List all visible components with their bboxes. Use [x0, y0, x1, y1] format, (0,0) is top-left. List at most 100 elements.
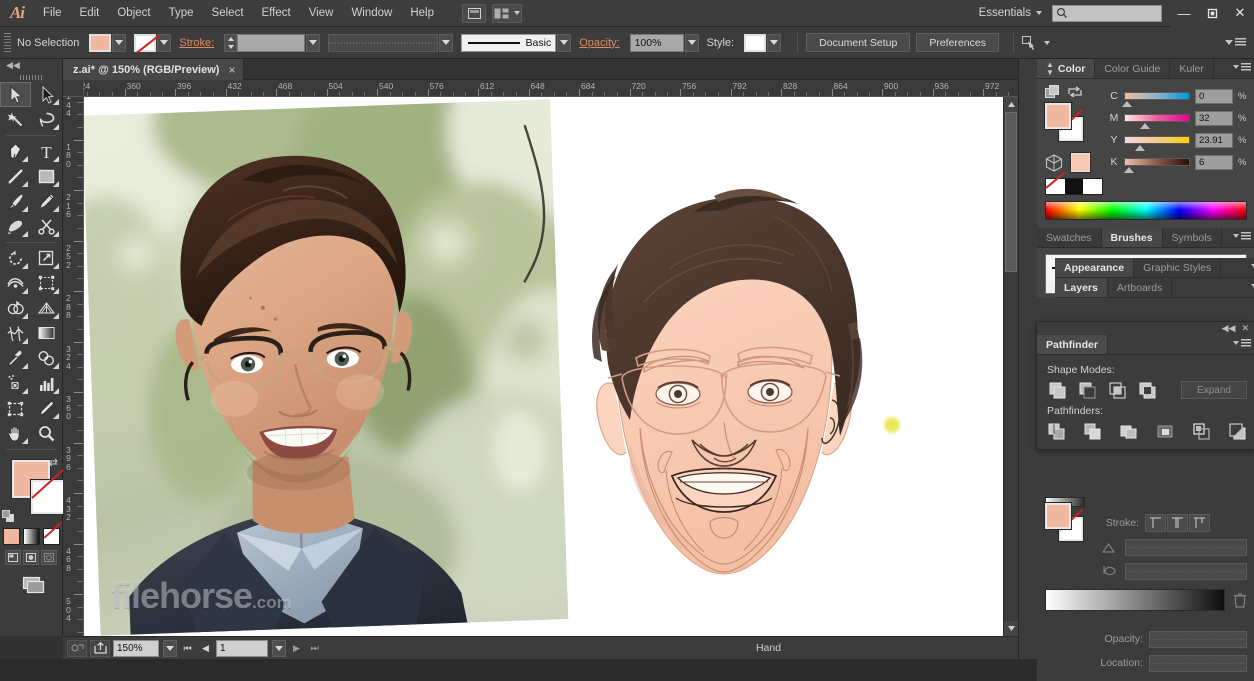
document-setup-button[interactable]: Document Setup — [806, 33, 910, 52]
pathfinder-expand-button[interactable]: Expand — [1181, 381, 1247, 399]
color-panel-menu-button[interactable] — [1233, 63, 1251, 71]
toolbar-stroke-swatch[interactable] — [31, 480, 65, 514]
control-bar-grip[interactable] — [4, 33, 11, 53]
next-artboard-button[interactable]: ▶ — [289, 640, 304, 657]
color-slider-thumb[interactable] — [1124, 167, 1134, 173]
vertical-scroll-thumb[interactable] — [1005, 112, 1017, 272]
pathfinder-outline-button[interactable] — [1192, 421, 1211, 441]
brush-definition-field[interactable]: Basic — [461, 34, 556, 52]
pathfinder-merge-button[interactable] — [1119, 421, 1138, 441]
tool-gradient[interactable] — [31, 321, 62, 346]
gradient-location-field[interactable] — [1149, 655, 1247, 672]
pathfinder-unite-button[interactable] — [1047, 380, 1067, 400]
last-artboard-button[interactable]: ⏭ — [307, 640, 322, 657]
menu-item-object[interactable]: Object — [108, 0, 159, 27]
pathfinder-minus-back-button[interactable] — [1228, 421, 1247, 441]
preferences-button[interactable]: Preferences — [916, 33, 999, 52]
stroke-weight-stepper[interactable] — [224, 34, 237, 52]
stroke-profile-control[interactable] — [328, 34, 453, 52]
menu-item-view[interactable]: View — [300, 0, 343, 27]
brush-definition-dropdown[interactable] — [557, 34, 571, 52]
pathfinder-divide-button[interactable] — [1047, 421, 1066, 441]
tool-blend[interactable] — [31, 346, 62, 371]
menu-item-window[interactable]: Window — [342, 0, 401, 27]
gradient-mode-button[interactable] — [23, 528, 40, 545]
tool-eyedropper[interactable] — [0, 346, 31, 371]
ruler-origin[interactable] — [63, 80, 84, 97]
color-mode-button[interactable] — [3, 528, 20, 545]
change-screen-mode-button[interactable] — [0, 575, 62, 595]
delete-stop-icon[interactable] — [1233, 592, 1247, 608]
stroke-weight-control[interactable] — [224, 34, 320, 52]
share-icon[interactable] — [90, 640, 110, 657]
stroke-color-control[interactable] — [134, 34, 171, 52]
tool-selection[interactable] — [0, 82, 31, 107]
stroke-weight-field[interactable] — [237, 34, 305, 52]
tool-mesh[interactable] — [0, 321, 31, 346]
color-slider-track[interactable] — [1124, 158, 1190, 166]
tool-hand[interactable] — [0, 421, 31, 446]
tool-free-transform[interactable] — [31, 271, 62, 296]
opacity-dropdown[interactable] — [685, 34, 699, 52]
brush-definition-control[interactable]: Basic — [461, 34, 571, 52]
tool-width[interactable] — [0, 271, 31, 296]
menu-item-effect[interactable]: Effect — [253, 0, 300, 27]
tool-perspective-grid[interactable] — [31, 296, 62, 321]
tool-pencil[interactable] — [31, 189, 62, 214]
toolbar-grip[interactable] — [0, 72, 62, 82]
vector-portrait-illustration[interactable] — [574, 172, 874, 602]
fill-dropdown-button[interactable] — [112, 34, 126, 52]
menu-item-help[interactable]: Help — [401, 0, 443, 27]
pathfinder-menu-button[interactable] — [1233, 339, 1251, 347]
menu-item-type[interactable]: Type — [160, 0, 203, 27]
black-color-button[interactable] — [1065, 179, 1084, 194]
bridge-icon[interactable] — [462, 4, 486, 23]
pathfinder-trim-button[interactable] — [1083, 421, 1102, 441]
previous-artboard-button[interactable]: ◀ — [198, 640, 213, 657]
color-slider-value[interactable]: 0 — [1195, 89, 1233, 104]
gradient-slider[interactable] — [1045, 589, 1225, 611]
tool-artboard[interactable] — [0, 396, 31, 421]
stroke-dropdown-button[interactable] — [157, 34, 171, 52]
pathfinder-exclude-button[interactable] — [1137, 380, 1157, 400]
color-slider-value[interactable]: 32 — [1195, 111, 1233, 126]
tab-layers[interactable]: Layers — [1055, 278, 1108, 297]
tool-pen[interactable] — [0, 139, 31, 164]
align-stroke-outside-button[interactable] — [1189, 514, 1210, 532]
pathfinder-floating-panel[interactable]: ◀◀ ✕ Pathfinder Shape Modes: — [1037, 322, 1254, 449]
toolbar-collapse-button[interactable]: ◀◀ — [0, 59, 62, 72]
brushes-panel-menu-button[interactable] — [1233, 232, 1251, 240]
vertical-ruler[interactable]: 144180216252288324360396432468504 — [63, 97, 84, 636]
color-fill-swatch[interactable] — [1045, 103, 1071, 129]
current-color-preview[interactable] — [1071, 153, 1090, 172]
horizontal-ruler[interactable]: 3243603964324685045405766126486847207567… — [84, 80, 1018, 97]
menu-item-edit[interactable]: Edit — [71, 0, 109, 27]
opacity-field[interactable]: 100% — [630, 34, 684, 52]
workspace-switcher[interactable]: Essentials — [975, 7, 1046, 19]
stroke-profile-dropdown[interactable] — [439, 34, 453, 52]
control-bar-menu-button[interactable] — [1225, 38, 1246, 47]
tab-kuler[interactable]: Kuler — [1170, 59, 1214, 78]
scroll-up-button[interactable] — [1004, 97, 1019, 112]
tool-direct-selection[interactable] — [31, 82, 62, 107]
arrange-documents-icon[interactable] — [492, 4, 522, 23]
align-stroke-center-button[interactable] — [1145, 514, 1166, 532]
full-screen-mode-button[interactable] — [41, 550, 57, 565]
tab-appearance[interactable]: Appearance — [1055, 258, 1134, 277]
cloud-sync-icon[interactable] — [67, 640, 87, 657]
menu-item-select[interactable]: Select — [203, 0, 253, 27]
tool-magic-wand[interactable] — [0, 107, 31, 132]
opacity-control[interactable]: 100% — [630, 34, 699, 52]
color-slider-thumb[interactable] — [1122, 101, 1132, 107]
fill-stroke-toggle-icon[interactable] — [1045, 85, 1060, 99]
tool-blob-brush[interactable] — [0, 214, 31, 239]
color-slider-track[interactable] — [1124, 92, 1190, 100]
none-color-button[interactable] — [1046, 179, 1065, 194]
scroll-down-button[interactable] — [1004, 621, 1019, 636]
align-stroke-inside-button[interactable] — [1167, 514, 1188, 532]
tab-swatches[interactable]: Swatches — [1037, 228, 1102, 247]
stroke-swatch-none[interactable] — [134, 34, 156, 52]
tool-slice[interactable] — [31, 396, 62, 421]
tab-symbols[interactable]: Symbols — [1163, 228, 1222, 247]
maximize-button[interactable] — [1198, 0, 1226, 27]
